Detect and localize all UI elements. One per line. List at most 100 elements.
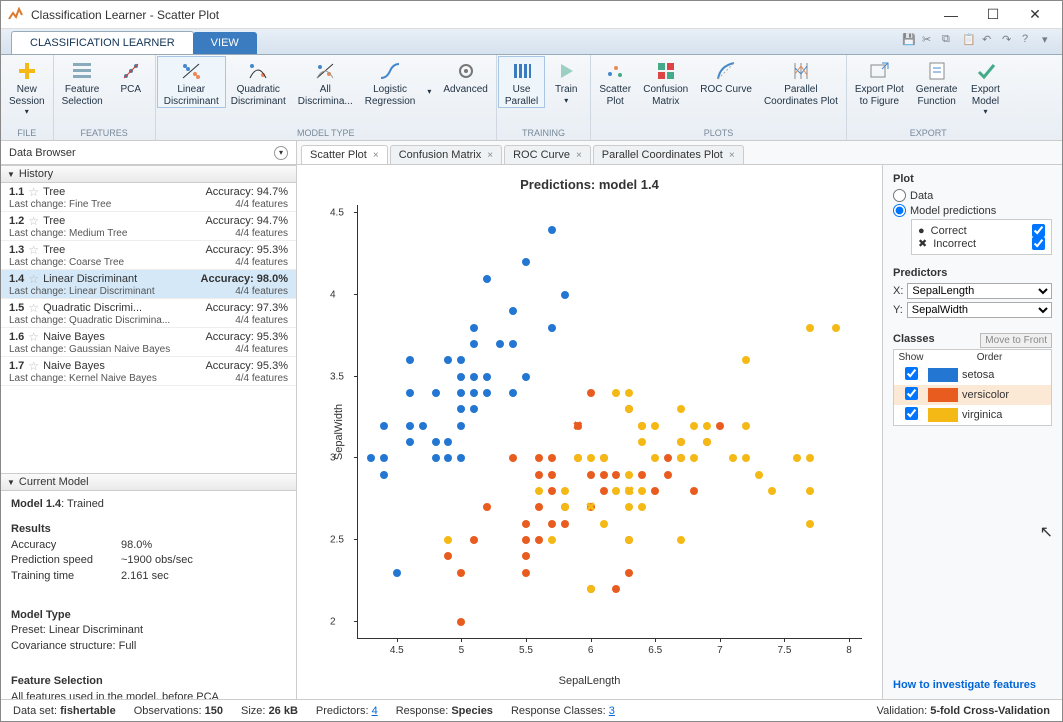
current-model-panel: Model 1.4: Trained Results Accuracy98.0%… bbox=[1, 491, 296, 699]
confusion-matrix-button[interactable]: Confusion Matrix bbox=[637, 57, 694, 107]
tab-classification-learner[interactable]: CLASSIFICATION LEARNER bbox=[11, 31, 194, 54]
data-point bbox=[548, 520, 556, 528]
radio-predictions[interactable]: Model predictions bbox=[893, 204, 1052, 217]
linear-disc-icon bbox=[180, 60, 202, 82]
doctab-scatter[interactable]: Scatter Plot× bbox=[301, 145, 388, 164]
logistic-regression-button[interactable]: Logistic Regression bbox=[359, 57, 422, 107]
copy-icon[interactable]: ⧉ bbox=[942, 33, 956, 47]
data-point bbox=[432, 438, 440, 446]
data-point bbox=[444, 454, 452, 462]
data-point bbox=[806, 487, 814, 495]
parallel-coords-button[interactable]: Parallel Coordinates Plot bbox=[758, 57, 844, 107]
y-predictor-select[interactable]: SepalWidth bbox=[907, 302, 1052, 318]
data-point bbox=[561, 291, 569, 299]
incorrect-point: ✖ bbox=[586, 502, 596, 512]
save-icon[interactable]: 💾 bbox=[902, 33, 916, 47]
quadratic-discriminant-button[interactable]: Quadratic Discriminant bbox=[225, 57, 292, 107]
star-icon[interactable]: ☆ bbox=[28, 330, 39, 344]
history-item[interactable]: 1.4☆Linear DiscriminantAccuracy: 98.0%La… bbox=[1, 270, 296, 299]
scatter-plot-area: Predictions: model 1.4 22.533.544.54.555… bbox=[297, 165, 882, 699]
close-tab-icon[interactable]: × bbox=[373, 150, 379, 161]
export-plot-button[interactable]: Export Plot to Figure bbox=[849, 57, 910, 107]
paste-icon[interactable]: 📋 bbox=[962, 33, 976, 47]
close-tab-icon[interactable]: × bbox=[729, 150, 735, 161]
doctab-roc[interactable]: ROC Curve× bbox=[504, 145, 591, 164]
close-button[interactable]: ✕ bbox=[1014, 2, 1056, 28]
scatter-plot-button[interactable]: Scatter Plot bbox=[593, 57, 637, 107]
star-icon[interactable]: ☆ bbox=[28, 272, 39, 286]
redo-icon[interactable]: ↷ bbox=[1002, 33, 1016, 47]
group-label-training: TRAINING bbox=[497, 127, 590, 140]
all-discriminants-button[interactable]: All Discrimina... bbox=[292, 57, 359, 107]
class-row-setosa[interactable]: setosa bbox=[894, 365, 1051, 385]
star-icon[interactable]: ☆ bbox=[28, 214, 39, 228]
data-browser-menu-icon[interactable]: ▾ bbox=[274, 146, 288, 160]
show-class-checkbox[interactable] bbox=[905, 367, 918, 380]
data-point bbox=[600, 487, 608, 495]
cut-icon[interactable]: ✂ bbox=[922, 33, 936, 47]
history-item[interactable]: 1.1☆TreeAccuracy: 94.7%Last change: Fine… bbox=[1, 183, 296, 212]
advanced-button[interactable]: Advanced bbox=[437, 57, 493, 96]
y-axis-label: SepalWidth bbox=[333, 404, 345, 460]
tab-view[interactable]: VIEW bbox=[193, 32, 257, 54]
data-point bbox=[625, 569, 633, 577]
group-label-plots: PLOTS bbox=[591, 127, 846, 140]
show-incorrect-checkbox[interactable] bbox=[1032, 237, 1045, 250]
help-link[interactable]: How to investigate features bbox=[893, 679, 1052, 691]
generate-function-button[interactable]: Generate Function bbox=[910, 57, 964, 107]
doctab-confusion[interactable]: Confusion Matrix× bbox=[390, 145, 502, 164]
history-item[interactable]: 1.7☆Naive BayesAccuracy: 95.3%Last chang… bbox=[1, 357, 296, 386]
close-tab-icon[interactable]: × bbox=[576, 150, 582, 161]
data-point bbox=[548, 487, 556, 495]
predictors-link[interactable]: 4 bbox=[372, 705, 378, 717]
maximize-button[interactable]: ☐ bbox=[972, 2, 1014, 28]
star-icon[interactable]: ☆ bbox=[28, 359, 39, 373]
data-point bbox=[612, 471, 620, 479]
new-session-button[interactable]: New Session▾ bbox=[3, 57, 51, 116]
data-point bbox=[755, 471, 763, 479]
data-point bbox=[612, 585, 620, 593]
class-row-virginica[interactable]: virginica bbox=[894, 405, 1051, 425]
show-class-checkbox[interactable] bbox=[905, 407, 918, 420]
color-swatch bbox=[928, 408, 958, 422]
radio-data[interactable]: Data bbox=[893, 189, 1052, 202]
data-point bbox=[457, 373, 465, 381]
move-to-front-button[interactable]: Move to Front bbox=[980, 333, 1052, 348]
history-item[interactable]: 1.5☆Quadratic Discrimi...Accuracy: 97.3%… bbox=[1, 299, 296, 328]
history-item[interactable]: 1.6☆Naive BayesAccuracy: 95.3%Last chang… bbox=[1, 328, 296, 357]
data-point bbox=[457, 356, 465, 364]
pca-button[interactable]: PCA bbox=[109, 57, 153, 96]
star-icon[interactable]: ☆ bbox=[28, 243, 39, 257]
current-model-header[interactable]: ▼Current Model bbox=[1, 473, 296, 491]
group-label-export: EXPORT bbox=[847, 127, 1010, 140]
undo-icon[interactable]: ↶ bbox=[982, 33, 996, 47]
close-tab-icon[interactable]: × bbox=[487, 150, 493, 161]
history-item[interactable]: 1.2☆TreeAccuracy: 94.7%Last change: Medi… bbox=[1, 212, 296, 241]
help-icon[interactable]: ? bbox=[1022, 33, 1036, 47]
roc-curve-button[interactable]: ROC Curve bbox=[694, 57, 758, 96]
data-point bbox=[444, 438, 452, 446]
data-point bbox=[483, 275, 491, 283]
export-model-button[interactable]: Export Model▾ bbox=[964, 57, 1008, 116]
doctab-parcoord[interactable]: Parallel Coordinates Plot× bbox=[593, 145, 744, 164]
class-row-versicolor[interactable]: versicolor bbox=[894, 385, 1051, 405]
show-correct-checkbox[interactable] bbox=[1032, 224, 1045, 237]
data-point bbox=[444, 536, 452, 544]
history-item[interactable]: 1.3☆TreeAccuracy: 95.3%Last change: Coar… bbox=[1, 241, 296, 270]
linear-discriminant-button[interactable]: Linear Discriminant bbox=[158, 57, 225, 107]
x-predictor-select[interactable]: SepalLength bbox=[907, 283, 1052, 299]
axes[interactable]: 22.533.544.54.555.566.577.58✖✖✖ bbox=[357, 205, 862, 639]
response-classes-link[interactable]: 3 bbox=[609, 705, 615, 717]
train-button[interactable]: Train▾ bbox=[544, 57, 588, 105]
history-header[interactable]: ▼History bbox=[1, 165, 296, 183]
data-point bbox=[638, 422, 646, 430]
feature-selection-button[interactable]: Feature Selection bbox=[56, 57, 109, 107]
dropdown-icon[interactable]: ▾ bbox=[1042, 33, 1056, 47]
model-gallery-dropdown[interactable]: ▾ bbox=[421, 57, 437, 96]
star-icon[interactable]: ☆ bbox=[28, 185, 39, 199]
minimize-button[interactable]: — bbox=[930, 2, 972, 28]
star-icon[interactable]: ☆ bbox=[28, 301, 39, 315]
data-point bbox=[742, 356, 750, 364]
use-parallel-button[interactable]: Use Parallel bbox=[499, 57, 544, 107]
show-class-checkbox[interactable] bbox=[905, 387, 918, 400]
